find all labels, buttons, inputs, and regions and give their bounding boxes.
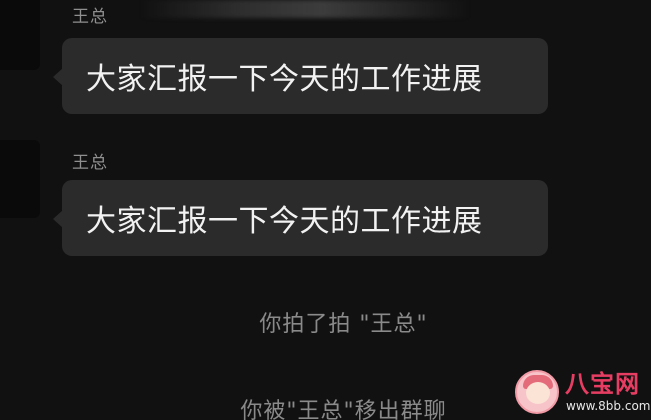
sender-name: 王总 (72, 153, 108, 173)
watermark-title: 八宝网 (565, 370, 640, 398)
message-bubble[interactable]: 大家汇报一下今天的工作进展 (53, 38, 548, 114)
message-text: 大家汇报一下今天的工作进展 (86, 62, 483, 97)
watermark: 八宝网 www.8bb.com (515, 370, 650, 416)
chat-screen: 王总 大家汇报一下今天的工作进展 王总 大家汇报一下今天的工作进展 你拍了拍 "… (0, 0, 651, 420)
message-bubble[interactable]: 大家汇报一下今天的工作进展 (53, 180, 548, 256)
message-text: 大家汇报一下今天的工作进展 (86, 204, 483, 239)
sender-name: 王总 (72, 7, 108, 27)
pat-system-message: 你拍了拍 "王总" (259, 312, 428, 337)
avatar[interactable] (0, 0, 40, 70)
avatar[interactable] (0, 140, 40, 218)
cartoon-girl-logo-icon (515, 370, 559, 414)
image-fragment (140, 0, 470, 18)
watermark-url: www.8bb.com (566, 399, 651, 413)
